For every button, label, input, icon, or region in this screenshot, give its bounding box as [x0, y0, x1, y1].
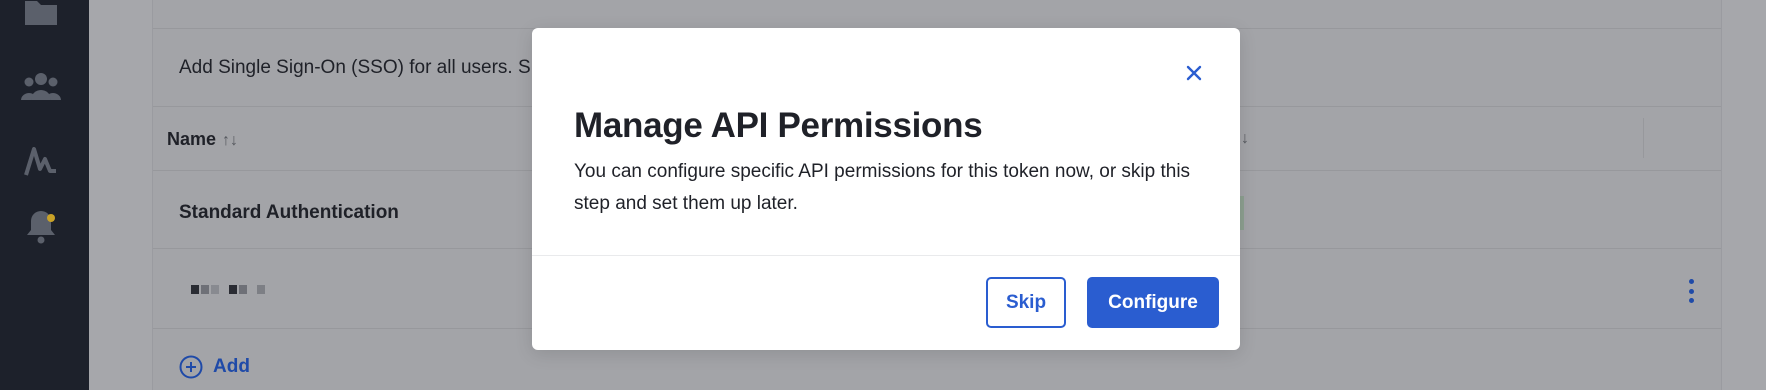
modal-divider: [532, 255, 1240, 256]
bell-icon[interactable]: [21, 206, 61, 246]
sort-desc-icon[interactable]: ↓: [1241, 130, 1249, 148]
close-icon[interactable]: [1182, 61, 1206, 85]
sort-arrows-icon[interactable]: ↑↓: [222, 132, 238, 149]
name-header-label: Name: [167, 129, 217, 149]
table-row-name: Standard Authentication: [179, 202, 399, 223]
users-icon[interactable]: [21, 66, 61, 106]
name-column-header[interactable]: Name ↑↓: [167, 129, 238, 150]
plus-circle-icon: [179, 355, 203, 379]
sso-description: Add Single Sign-On (SSO) for all users. …: [179, 57, 531, 78]
configure-button[interactable]: Configure: [1087, 277, 1219, 328]
modal-body: You can configure specific API permissio…: [574, 161, 1191, 214]
modal-title: Manage API Permissions: [574, 106, 983, 145]
masked-value: [191, 285, 265, 294]
skip-button[interactable]: Skip: [986, 277, 1066, 328]
sidebar: [0, 0, 89, 390]
folder-icon[interactable]: [21, 0, 61, 32]
row-menu-icon[interactable]: [1687, 279, 1695, 303]
activity-icon[interactable]: [21, 142, 61, 182]
add-button[interactable]: Add: [179, 355, 250, 379]
add-label: Add: [213, 356, 250, 377]
notification-dot: [47, 214, 55, 222]
api-permissions-modal: Manage API Permissions You can configure…: [532, 28, 1240, 350]
